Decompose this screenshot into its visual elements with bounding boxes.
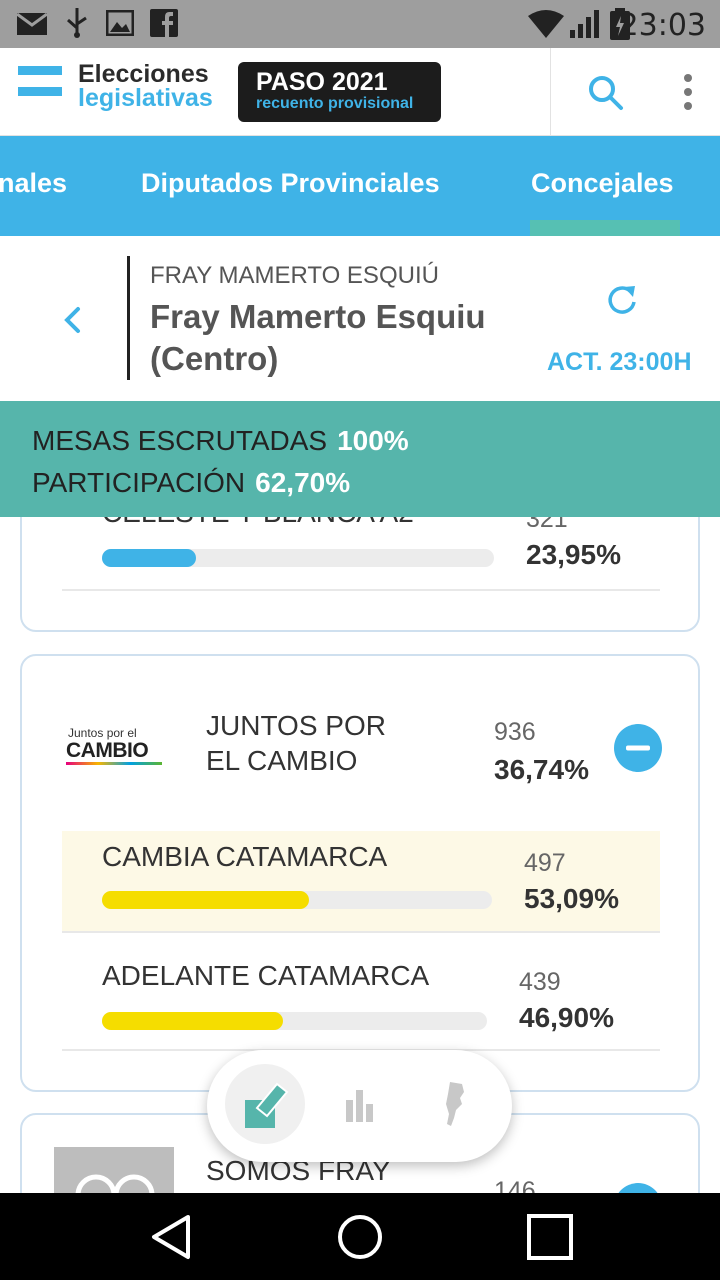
- location-header: FRAY MAMERTO ESQUIÚ Fray Mamerto Esquiu …: [0, 236, 720, 401]
- image-icon: [106, 10, 134, 36]
- last-updated: ACT. 23:00H: [547, 348, 692, 376]
- party-logo-placeholder: [54, 1147, 174, 1193]
- collapse-minus-icon[interactable]: [614, 1183, 662, 1193]
- list-row-cambia[interactable]: CAMBIA CATAMARCA 497 53,09%: [62, 831, 660, 931]
- ballot-box-icon: [245, 1082, 289, 1128]
- tab-concejales[interactable]: Concejales: [531, 168, 674, 199]
- circuit-name: Fray Mamerto Esquiu (Centro): [150, 298, 486, 377]
- party-name: JUNTOS POR EL CAMBIO: [206, 710, 386, 776]
- party-percent: 36,74%: [494, 754, 589, 785]
- list-percent: 46,90%: [519, 1002, 614, 1033]
- party-logo-small: Juntos por el: [68, 726, 137, 740]
- list-row-adelante[interactable]: ADELANTE CATAMARCA 439 46,90%: [62, 934, 660, 1049]
- divider: [62, 931, 660, 933]
- people-icon: [75, 1174, 155, 1193]
- status-bar: 23:03: [0, 0, 720, 48]
- system-nav-bar: [0, 1193, 720, 1280]
- mail-icon: [16, 12, 48, 35]
- header-divider: [550, 48, 551, 136]
- back-icon[interactable]: [148, 1213, 194, 1261]
- more-vert-icon[interactable]: [680, 72, 696, 114]
- mesas-value: 100%: [337, 425, 409, 456]
- argentina-map-icon[interactable]: [442, 1080, 468, 1128]
- location-divider: [127, 256, 130, 380]
- participacion-label: PARTICIPACIÓN: [32, 467, 246, 498]
- participacion-value: 62,70%: [255, 467, 351, 498]
- mesas-row: MESAS ESCRUTADAS 100%: [32, 425, 409, 457]
- list-votes: 497: [524, 849, 566, 877]
- vote-bar-fill: [102, 549, 196, 567]
- badge-title: PASO 2021: [256, 68, 388, 96]
- wifi-icon: [528, 10, 564, 38]
- mesas-label: MESAS ESCRUTADAS: [32, 425, 328, 456]
- badge-subtitle: recuento provisional: [256, 95, 414, 112]
- clock: 23:03: [619, 8, 706, 43]
- usb-icon: [67, 8, 87, 38]
- bar-chart-icon[interactable]: [344, 1088, 376, 1122]
- paso-badge: PASO 2021 recuento provisional: [238, 62, 441, 122]
- party-card-juntos: Juntos por el CAMBIO JUNTOS POR EL CAMBI…: [20, 654, 700, 1092]
- party-logo-stripe: [66, 762, 162, 765]
- tab-diputados-provinciales[interactable]: Diputados Provinciales: [141, 168, 440, 199]
- floating-view-switcher: [207, 1050, 512, 1162]
- logo-flag-icon: [18, 66, 62, 102]
- home-icon[interactable]: [336, 1213, 384, 1261]
- back-chevron-icon[interactable]: [62, 306, 84, 336]
- recents-icon[interactable]: [526, 1213, 574, 1261]
- list-votes: 439: [519, 968, 561, 996]
- party-votes: 936: [494, 718, 536, 746]
- party-logo-big: CAMBIO: [66, 739, 149, 762]
- vote-view-button[interactable]: [225, 1064, 305, 1144]
- list-percent: 23,95%: [526, 539, 621, 570]
- logo-line2: legislativas: [78, 84, 213, 112]
- collapse-minus-icon[interactable]: [614, 724, 662, 772]
- active-tab-indicator: [530, 220, 680, 236]
- tab-senadores-nacionales[interactable]: nales: [0, 168, 67, 199]
- vote-bar: [102, 1012, 487, 1030]
- party-card: CELESTE Y BLANCA A2 321 23,95%: [20, 517, 700, 632]
- vote-bar: [102, 549, 494, 567]
- list-name: CAMBIA CATAMARCA: [102, 841, 388, 872]
- search-icon[interactable]: [587, 74, 625, 112]
- department-name: FRAY MAMERTO ESQUIÚ: [150, 262, 439, 289]
- signal-icon: [570, 10, 599, 38]
- list-percent: 53,09%: [524, 883, 619, 914]
- facebook-icon: [150, 9, 178, 37]
- vote-bar: [102, 891, 492, 909]
- vote-bar-fill: [102, 891, 310, 909]
- party-votes: 146: [494, 1177, 536, 1193]
- summary-band: MESAS ESCRUTADAS 100% PARTICIPACIÓN 62,70%: [0, 401, 720, 517]
- divider: [62, 589, 660, 591]
- list-name: ADELANTE CATAMARCA: [102, 960, 430, 991]
- participacion-row: PARTICIPACIÓN 62,70%: [32, 467, 350, 499]
- vote-bar-fill: [102, 1012, 283, 1030]
- app-header: Elecciones legislativas PASO 2021 recuen…: [0, 48, 720, 136]
- party-logo: Juntos por el CAMBIO: [66, 726, 166, 765]
- list-votes: 321: [526, 517, 568, 533]
- list-name: CELESTE Y BLANCA A2: [102, 517, 414, 529]
- refresh-icon[interactable]: [604, 282, 642, 318]
